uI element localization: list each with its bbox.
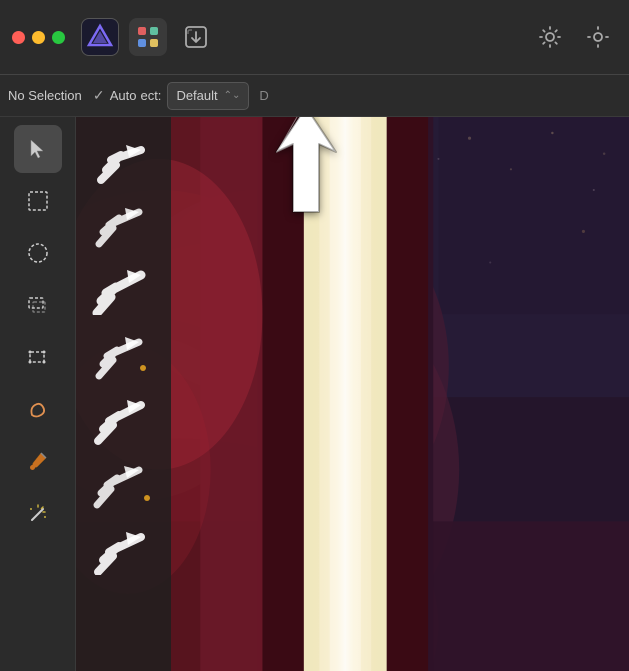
pointer-tool[interactable]: [14, 125, 62, 173]
brush-strip: [76, 117, 171, 671]
rect-select-tool[interactable]: [14, 177, 62, 225]
dropdown-value: Default: [176, 88, 217, 103]
main-area: [0, 117, 629, 671]
toolbar: No Selection ✓ Auto ect: Default ⌃⌄ D: [0, 75, 629, 117]
magic-wand-tool[interactable]: [14, 489, 62, 537]
lasso-select-tool[interactable]: [14, 281, 62, 329]
brush-item-7[interactable]: [89, 522, 159, 577]
no-selection-label: No Selection: [8, 88, 82, 103]
brush-item-5[interactable]: [89, 392, 159, 447]
gear-icon-2[interactable]: [579, 18, 617, 56]
brush-item-6[interactable]: [89, 457, 159, 512]
checkbox-checked[interactable]: ✓: [92, 89, 106, 103]
left-toolbar: [0, 117, 76, 671]
brush-item-3[interactable]: [89, 262, 159, 317]
app-grid-icon[interactable]: [129, 18, 167, 56]
auto-text: Auto: [110, 88, 137, 103]
export-icon[interactable]: [177, 18, 215, 56]
traffic-lights: [12, 31, 65, 44]
ellipse-select-tool[interactable]: [14, 229, 62, 277]
maximize-button[interactable]: [52, 31, 65, 44]
affinity-icon[interactable]: [81, 18, 119, 56]
paint-brush-tool[interactable]: [14, 437, 62, 485]
aspect-text: ect:: [140, 88, 161, 103]
freehand-tool[interactable]: [14, 385, 62, 433]
default-dropdown[interactable]: Default ⌃⌄: [167, 82, 249, 110]
auto-checkbox-group: ✓ Auto ect:: [92, 88, 162, 103]
close-button[interactable]: [12, 31, 25, 44]
brush-item-1[interactable]: [89, 132, 159, 187]
titlebar: [0, 0, 629, 75]
dropdown-arrow-icon: ⌃⌄: [224, 90, 241, 101]
polygon-select-tool[interactable]: [14, 333, 62, 381]
brush-item-2[interactable]: [89, 197, 159, 252]
canvas-area[interactable]: [76, 117, 629, 671]
gear-icon[interactable]: [531, 18, 569, 56]
minimize-button[interactable]: [32, 31, 45, 44]
brush-item-4[interactable]: [89, 327, 159, 382]
toolbar-end: D: [259, 88, 268, 103]
